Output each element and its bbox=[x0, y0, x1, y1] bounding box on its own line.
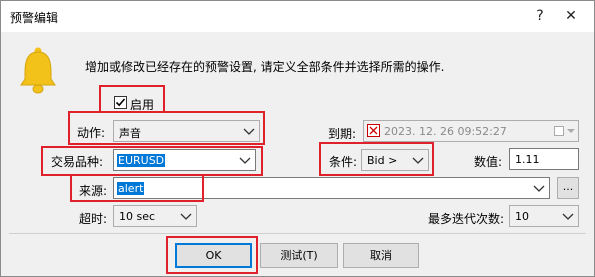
symbol-value: EURUSD bbox=[117, 154, 166, 167]
timeout-label: 超时: bbox=[79, 212, 108, 226]
value-label: 数值: bbox=[474, 155, 503, 169]
max-iterations-select[interactable]: 10 bbox=[509, 205, 579, 227]
ok-button[interactable]: OK bbox=[175, 243, 252, 268]
intro-text: 增加或修改已经存在的预警设置, 请定义全部条件并选择所需的操作. bbox=[85, 60, 445, 74]
expiry-datetime-picker[interactable]: 2023. 12. 26 09:52:27 bbox=[363, 120, 579, 142]
action-select[interactable]: 声音 bbox=[113, 120, 260, 142]
chevron-down-icon bbox=[567, 129, 575, 133]
help-icon[interactable]: ? bbox=[529, 5, 551, 27]
max-iterations-value: 10 bbox=[515, 210, 529, 223]
checkmark-icon bbox=[115, 98, 126, 107]
enable-label: 启用 bbox=[130, 98, 155, 112]
window-title: 预警编辑 bbox=[10, 11, 59, 25]
symbol-select[interactable]: EURUSD bbox=[113, 149, 256, 171]
condition-select[interactable]: Bid > bbox=[361, 149, 429, 171]
calendar-icon bbox=[554, 126, 564, 136]
title-bar: 预警编辑 ? ✕ bbox=[1, 1, 594, 32]
enable-checkbox[interactable] bbox=[114, 96, 127, 109]
condition-value: Bid > bbox=[367, 154, 398, 167]
value-text: 1.11 bbox=[515, 153, 540, 166]
chevron-down-icon bbox=[243, 128, 255, 135]
symbol-label: 交易品种: bbox=[51, 155, 104, 169]
source-value: alert bbox=[117, 182, 145, 195]
action-value: 声音 bbox=[119, 127, 141, 140]
alert-edit-dialog: 预警编辑 ? ✕ 增加或修改已经存在的预警设置, 请定义全部条件并选择所需的操作… bbox=[0, 0, 595, 277]
close-icon[interactable]: ✕ bbox=[560, 5, 582, 27]
timeout-value: 10 sec bbox=[119, 210, 156, 223]
expiry-label: 到期: bbox=[328, 127, 357, 141]
source-label: 来源: bbox=[79, 184, 108, 198]
chevron-down-icon bbox=[180, 213, 192, 220]
separator bbox=[9, 233, 586, 234]
cancel-button[interactable]: 取消 bbox=[343, 243, 419, 268]
chevron-down-icon bbox=[562, 213, 574, 220]
value-input[interactable]: 1.11 bbox=[509, 148, 579, 170]
timeout-select[interactable]: 10 sec bbox=[113, 205, 197, 227]
source-input[interactable]: alert bbox=[113, 177, 550, 199]
chevron-down-icon bbox=[533, 185, 545, 192]
browse-button[interactable]: ... bbox=[557, 177, 579, 199]
test-button[interactable]: 测试(T) bbox=[260, 243, 338, 268]
chevron-down-icon bbox=[412, 157, 424, 164]
expiry-checkbox[interactable] bbox=[367, 124, 380, 137]
max-iterations-label: 最多迭代次数: bbox=[428, 212, 505, 226]
bell-icon bbox=[20, 47, 56, 94]
condition-label: 条件: bbox=[329, 155, 358, 169]
x-icon bbox=[369, 126, 378, 135]
expiry-value: 2023. 12. 26 09:52:27 bbox=[384, 125, 507, 138]
chevron-down-icon bbox=[239, 157, 251, 164]
action-label: 动作: bbox=[77, 126, 106, 140]
